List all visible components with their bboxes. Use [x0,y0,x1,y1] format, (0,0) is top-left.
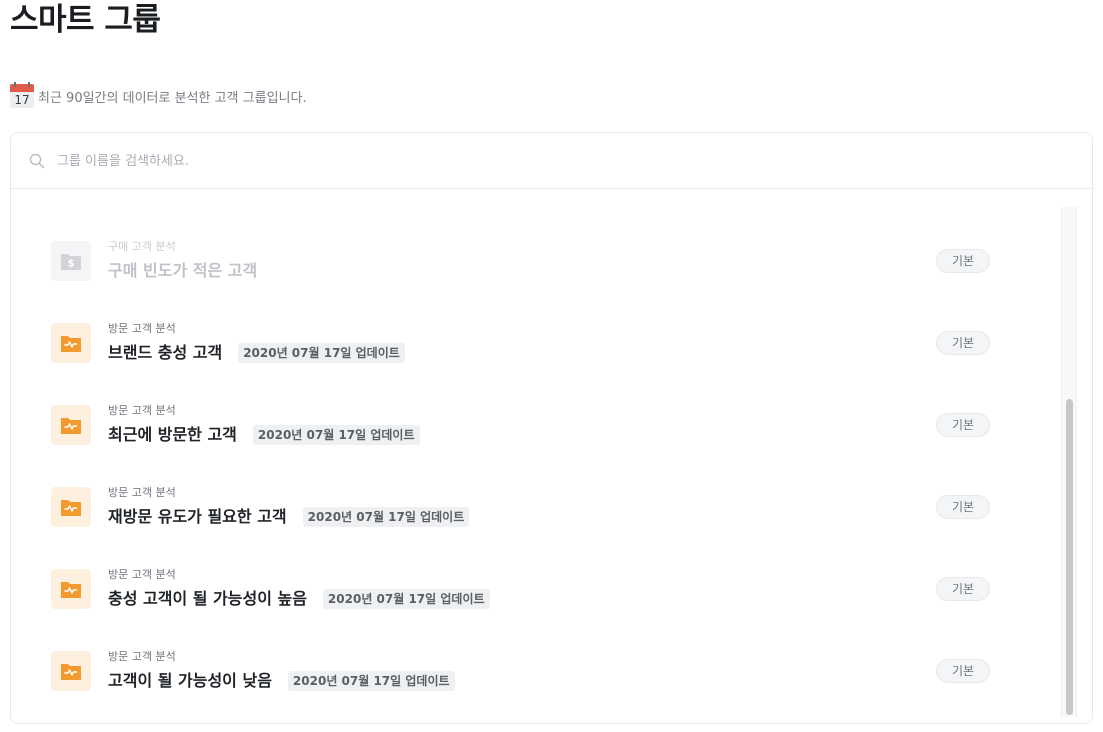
search-bar [11,133,1092,189]
default-badge: 기본 [936,495,990,519]
group-list-item[interactable]: 방문 고객 분석 고객이 될 가능성이 낮음 2020년 07월 17일 업데이… [11,617,1051,699]
svg-text:$: $ [68,259,75,270]
group-category: 방문 고객 분석 [108,486,176,499]
update-date-tag: 2020년 07월 17일 업데이트 [238,343,405,363]
group-name: 브랜드 충성 고객 [108,343,223,362]
group-list-item[interactable]: $ 구매 고객 분석 구매 빈도가 적은 고객 기본 [11,207,1051,289]
default-badge: 기본 [936,577,990,601]
group-category: 방문 고객 분석 [108,404,176,417]
group-name: 재방문 유도가 필요한 고객 [108,507,287,526]
activity-folder-icon [51,323,91,363]
search-icon [29,153,45,169]
page-subtitle: 17 최근 90일간의 데이터로 분석한 고객 그룹입니다. [10,82,307,108]
default-badge: 기본 [936,413,990,437]
group-name: 최근에 방문한 고객 [108,425,237,444]
activity-folder-icon [51,569,91,609]
group-list-item[interactable]: 방문 고객 분석 브랜드 충성 고객 2020년 07월 17일 업데이트 기본 [11,289,1051,371]
page-title: 스마트 그룹 [10,2,161,38]
group-category: 방문 고객 분석 [108,568,176,581]
default-badge: 기본 [936,659,990,683]
group-name: 고객이 될 가능성이 낮음 [108,671,272,690]
scrollbar-thumb[interactable] [1066,399,1073,715]
subtitle-text: 최근 90일간의 데이터로 분석한 고객 그룹입니다. [38,90,307,106]
activity-folder-icon [51,651,91,691]
default-badge: 기본 [936,331,990,355]
scrollbar-track[interactable] [1061,207,1077,717]
calendar-icon: 17 [10,82,34,108]
update-date-tag: 2020년 07월 17일 업데이트 [287,671,455,691]
update-date-tag: 2020년 07월 17일 업데이트 [302,507,470,527]
update-date-tag: 2020년 07월 17일 업데이트 [252,425,420,445]
group-list-panel: $ 구매 고객 분석 구매 빈도가 적은 고객 기본 방문 고객 분석 브랜드 … [10,132,1093,724]
search-input[interactable] [57,149,957,173]
update-date-tag: 2020년 07월 17일 업데이트 [322,589,490,609]
dollar-folder-icon: $ [51,241,91,281]
group-name: 충성 고객이 될 가능성이 높음 [108,589,307,608]
group-category: 구매 고객 분석 [108,240,176,253]
group-category: 방문 고객 분석 [108,650,176,663]
group-list: $ 구매 고객 분석 구매 빈도가 적은 고객 기본 방문 고객 분석 브랜드 … [11,207,1051,699]
activity-folder-icon [51,487,91,527]
group-list-item[interactable]: 방문 고객 분석 최근에 방문한 고객 2020년 07월 17일 업데이트 기… [11,371,1051,453]
group-name: 구매 빈도가 적은 고객 [108,261,258,280]
group-list-item[interactable]: 방문 고객 분석 충성 고객이 될 가능성이 높음 2020년 07월 17일 … [11,535,1051,617]
default-badge: 기본 [936,249,990,273]
group-category: 방문 고객 분석 [108,322,176,335]
group-list-item[interactable]: 방문 고객 분석 재방문 유도가 필요한 고객 2020년 07월 17일 업데… [11,453,1051,535]
activity-folder-icon [51,405,91,445]
smart-group-page: 스마트 그룹 17 최근 90일간의 데이터로 분석한 고객 그룹입니다. $ … [0,0,1103,732]
